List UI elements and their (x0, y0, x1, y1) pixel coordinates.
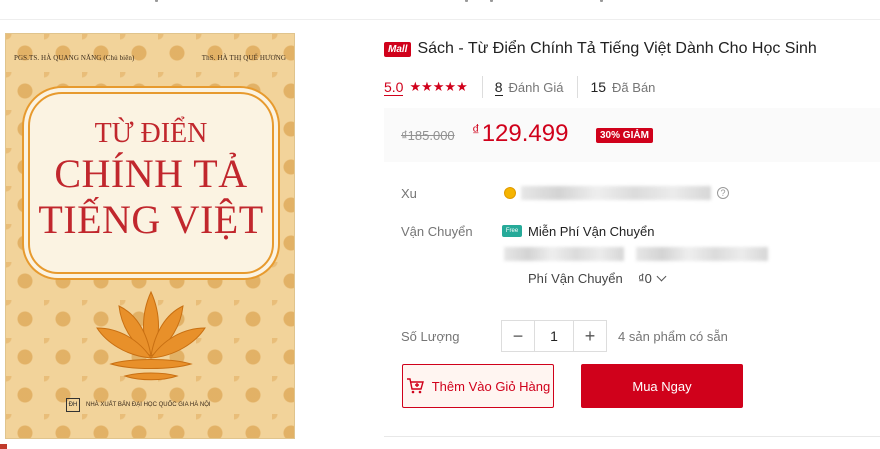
divider (384, 436, 880, 437)
product-image[interactable]: PGS.TS. HÀ QUANG NĂNG (Chủ biên) ThS. HÀ… (5, 33, 295, 439)
quantity-decrease-button[interactable]: − (502, 321, 534, 351)
cover-authors: PGS.TS. HÀ QUANG NĂNG (Chủ biên) ThS. HÀ… (14, 54, 286, 62)
current-price-value: 129.499 (481, 120, 569, 147)
shipping-destination-blurred (636, 247, 768, 261)
cover-publisher: NHÀ XUẤT BẢN ĐẠI HỌC QUỐC GIA HÀ NỘI (86, 402, 211, 408)
cart-plus-icon (406, 378, 424, 394)
cover-title-line2: CHÍNH TẢ (54, 151, 248, 196)
currency-symbol: ₫ (472, 122, 480, 139)
price-section: ₫185.000 ₫129.499 30% GIẢM (384, 108, 880, 162)
original-price: ₫185.000 (401, 128, 455, 143)
discount-badge: 30% GIẢM (596, 128, 653, 143)
coin-icon (504, 187, 516, 199)
shipping-fee-label: Phí Vận Chuyển (528, 271, 623, 286)
xu-info-blurred (521, 186, 711, 200)
mall-badge: Mall (384, 41, 412, 57)
quantity-label: Số Lượng (401, 329, 460, 344)
strip-mark (155, 0, 158, 2)
cover-author-right: ThS. HÀ THỊ QUẾ HƯƠNG (201, 54, 286, 62)
divider (481, 76, 483, 98)
xu-label: Xu (401, 186, 417, 201)
rating-score[interactable]: 5.0 (384, 79, 404, 96)
publisher-logo: ĐH (66, 398, 80, 412)
divider (577, 76, 579, 98)
product-info-panel: Mall Sách - Từ Điển Chính Tả Tiếng Việt … (384, 0, 880, 449)
quantity-input[interactable] (534, 321, 574, 351)
review-label: Đánh Giá (508, 79, 564, 95)
help-icon[interactable]: ? (717, 187, 729, 199)
quantity-increase-button[interactable]: + (574, 321, 606, 351)
add-to-cart-label: Thêm Vào Giỏ Hàng (431, 378, 551, 394)
lotus-illustration (96, 290, 206, 381)
quantity-stepper: − + (501, 320, 607, 352)
stock-text: 4 sản phẩm có sẵn (618, 329, 728, 344)
free-shipping-icon: Free (502, 225, 522, 237)
product-title-row: Mall Sách - Từ Điển Chính Tả Tiếng Việt … (384, 40, 817, 58)
current-price: ₫129.499 (472, 120, 568, 148)
shipping-label: Vận Chuyển (401, 224, 473, 239)
bottom-left-mark (0, 444, 7, 449)
shipping-fee-value: ₫0 (638, 271, 652, 286)
star-rating-icon: ★★★★★ (409, 79, 468, 94)
product-title: Sách - Từ Điển Chính Tả Tiếng Việt Dành … (417, 40, 817, 57)
chevron-down-icon (656, 271, 667, 282)
add-to-cart-button[interactable]: Thêm Vào Giỏ Hàng (402, 364, 554, 408)
sold-count: 15 (590, 79, 607, 95)
sold-label: Đã Bán (612, 79, 656, 95)
buy-now-button[interactable]: Mua Ngay (581, 364, 743, 408)
free-shipping-text: Miễn Phí Vận Chuyển (528, 224, 655, 239)
cover-title-line1: TỪ ĐIỂN (94, 118, 208, 149)
shipping-fee-dropdown[interactable]: ₫0 (638, 271, 667, 286)
cover-title-line3: TIẾNG VIỆT (38, 197, 264, 242)
cover-title-frame: TỪ ĐIỂN CHÍNH TẢ TIẾNG VIỆT (28, 92, 274, 274)
rating-row: 5.0 ★★★★★ 8 Đánh Giá 15 Đã Bán (384, 76, 655, 98)
shipping-location-blurred (504, 247, 624, 261)
review-count[interactable]: 8 (494, 79, 503, 96)
cover-author-left: PGS.TS. HÀ QUANG NĂNG (Chủ biên) (14, 54, 135, 62)
